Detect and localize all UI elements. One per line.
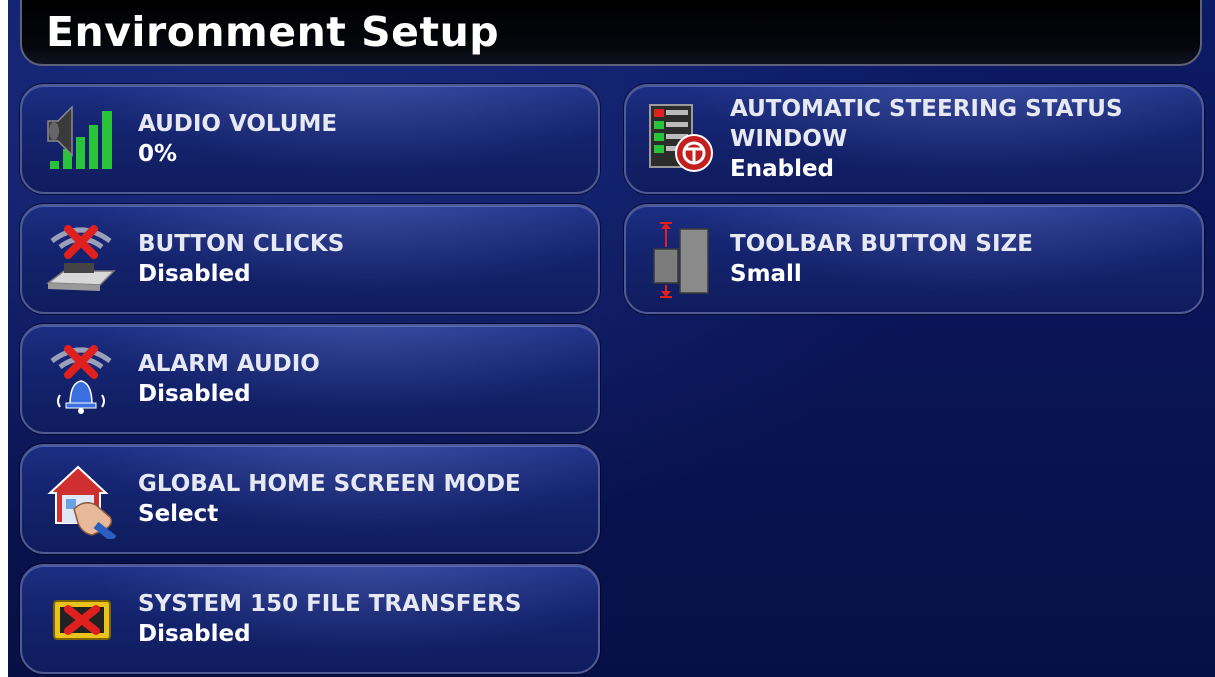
automatic-steering-status-window-label-line1: AUTOMATIC STEERING STATUS xyxy=(730,96,1123,122)
file-transfer-disabled-icon xyxy=(53,600,111,640)
button-clicks-label: BUTTON CLICKS xyxy=(138,231,345,257)
system-150-file-transfers-label: SYSTEM 150 FILE TRANSFERS xyxy=(138,591,522,617)
page-title: Environment Setup xyxy=(46,8,500,56)
system-150-file-transfers-value: Disabled xyxy=(138,621,251,647)
audio-volume-label: AUDIO VOLUME xyxy=(138,111,338,137)
automatic-steering-status-window-text: AUTOMATIC STEERING STATUS WINDOW Enabled xyxy=(730,94,1210,184)
button-clicks-button[interactable]: BUTTON CLICKS Disabled xyxy=(20,204,600,314)
environment-setup-screen: Environment Setup AUDIO VOLUME 0% BUTTON… xyxy=(8,0,1215,677)
button-clicks-text: BUTTON CLICKS Disabled xyxy=(138,229,344,289)
global-home-screen-mode-label: GLOBAL HOME SCREEN MODE xyxy=(138,471,521,497)
alarm-audio-value: Disabled xyxy=(138,381,251,407)
automatic-steering-status-window-button[interactable]: AUTOMATIC STEERING STATUS WINDOW Enabled xyxy=(624,84,1204,194)
button-clicks-value: Disabled xyxy=(138,261,251,287)
global-home-screen-mode-value: Select xyxy=(138,501,219,527)
system-150-file-transfers-button[interactable]: SYSTEM 150 FILE TRANSFERS Disabled xyxy=(20,564,600,674)
alarm-audio-button[interactable]: ALARM AUDIO Disabled xyxy=(20,324,600,434)
steering-status-icon xyxy=(649,104,713,172)
automatic-steering-status-window-label-line2: WINDOW xyxy=(730,126,848,152)
toolbar-button-size-button[interactable]: TOOLBAR BUTTON SIZE Small xyxy=(624,204,1204,314)
alarm-audio-label: ALARM AUDIO xyxy=(138,351,320,377)
toolbar-button-size-label: TOOLBAR BUTTON SIZE xyxy=(730,231,1033,257)
alarm-audio-text: ALARM AUDIO Disabled xyxy=(138,349,320,409)
audio-volume-text: AUDIO VOLUME 0% xyxy=(138,109,337,169)
global-home-screen-mode-button[interactable]: GLOBAL HOME SCREEN MODE Select xyxy=(20,444,600,554)
home-hand-icon xyxy=(47,465,117,539)
audio-volume-button[interactable]: AUDIO VOLUME 0% xyxy=(20,84,600,194)
automatic-steering-status-window-value: Enabled xyxy=(730,156,835,182)
global-home-screen-mode-text: GLOBAL HOME SCREEN MODE Select xyxy=(138,469,521,529)
audio-volume-value: 0% xyxy=(138,141,178,167)
toolbar-button-size-value: Small xyxy=(730,261,802,287)
alarm-bell-muted-icon xyxy=(50,345,112,414)
speaker-volume-icon xyxy=(47,105,112,169)
title-bar: Environment Setup xyxy=(20,0,1202,66)
system-150-file-transfers-text: SYSTEM 150 FILE TRANSFERS Disabled xyxy=(138,589,521,649)
button-click-muted-icon xyxy=(45,225,116,291)
toolbar-size-icon xyxy=(653,222,709,298)
toolbar-button-size-text: TOOLBAR BUTTON SIZE Small xyxy=(730,229,1210,289)
